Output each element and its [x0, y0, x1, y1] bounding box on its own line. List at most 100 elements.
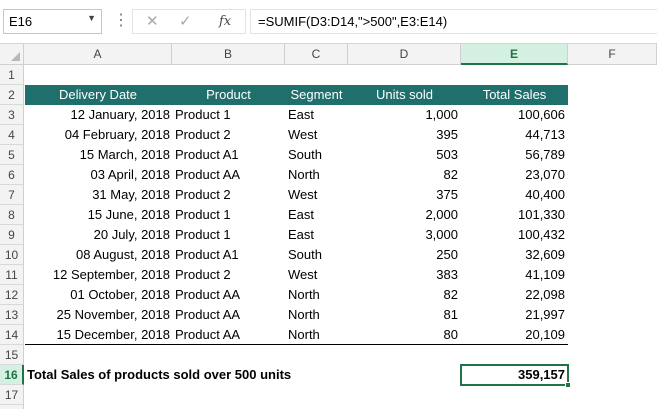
table-cell[interactable]: 82 [348, 165, 461, 185]
table-header-cell[interactable]: Delivery Date [25, 85, 172, 105]
table-cell[interactable]: West [285, 265, 348, 285]
table-cell[interactable]: East [285, 205, 348, 225]
cancel-icon[interactable]: ✕ [146, 12, 159, 30]
table-cell[interactable]: 383 [348, 265, 461, 285]
table-cell[interactable]: South [285, 245, 348, 265]
row-header-10[interactable]: 10 [0, 245, 23, 265]
table-header-cell[interactable]: Product [172, 85, 285, 105]
table-cell[interactable]: 395 [348, 125, 461, 145]
table-cell[interactable]: 20,109 [461, 325, 568, 345]
select-all-button[interactable] [0, 44, 24, 64]
table-cell[interactable]: East [285, 225, 348, 245]
table-cell[interactable]: Product AA [172, 285, 285, 305]
table-cell[interactable]: Product A1 [172, 145, 285, 165]
table-cell[interactable]: 15 March, 2018 [25, 145, 172, 165]
table-cell[interactable]: 03 April, 2018 [25, 165, 172, 185]
table-cell[interactable]: 100,432 [461, 225, 568, 245]
table-cell[interactable]: 04 February, 2018 [25, 125, 172, 145]
table-cell[interactable]: North [285, 325, 348, 345]
table-header-cell[interactable]: Units sold [348, 85, 461, 105]
table-cell[interactable]: 44,713 [461, 125, 568, 145]
table-cell[interactable]: East [285, 105, 348, 125]
table-cell[interactable]: 25 November, 2018 [25, 305, 172, 325]
table-cell[interactable]: Product 1 [172, 105, 285, 125]
table-cell[interactable]: North [285, 305, 348, 325]
table-cell[interactable]: 15 December, 2018 [25, 325, 172, 345]
fill-handle[interactable] [565, 382, 571, 388]
table-cell[interactable]: 2,000 [348, 205, 461, 225]
row-header-17[interactable]: 17 [0, 385, 23, 405]
row-header-2[interactable]: 2 [0, 85, 23, 105]
table-cell[interactable]: 100,606 [461, 105, 568, 125]
column-header-e[interactable]: E [461, 44, 568, 65]
column-header-f[interactable]: F [568, 44, 657, 64]
table-cell[interactable]: 22,098 [461, 285, 568, 305]
table-cell[interactable]: Product 1 [172, 205, 285, 225]
table-cell[interactable]: 1,000 [348, 105, 461, 125]
table-cell[interactable]: Product 2 [172, 185, 285, 205]
table-header-cell[interactable]: Total Sales [461, 85, 568, 105]
table-cell[interactable]: 20 July, 2018 [25, 225, 172, 245]
table-cell[interactable]: Product 2 [172, 125, 285, 145]
table-cell[interactable]: 15 June, 2018 [25, 205, 172, 225]
table-cell[interactable]: 12 September, 2018 [25, 265, 172, 285]
table-cell[interactable]: West [285, 125, 348, 145]
summary-label[interactable]: Total Sales of products sold over 500 un… [25, 365, 348, 385]
row-header-1[interactable]: 1 [0, 65, 23, 85]
row-header-7[interactable]: 7 [0, 185, 23, 205]
table-cell[interactable]: 81 [348, 305, 461, 325]
chevron-down-icon[interactable]: ▼ [87, 13, 96, 23]
table-cell[interactable]: 80 [348, 325, 461, 345]
table-cell[interactable]: Product AA [172, 305, 285, 325]
table-cell[interactable]: 08 August, 2018 [25, 245, 172, 265]
table-cell[interactable]: 101,330 [461, 205, 568, 225]
table-cell[interactable]: 3,000 [348, 225, 461, 245]
more-options-icon[interactable]: ⋮ [113, 10, 129, 30]
table-cell[interactable]: 40,400 [461, 185, 568, 205]
row-header-3[interactable]: 3 [0, 105, 23, 125]
table-cell[interactable]: West [285, 185, 348, 205]
table-cell[interactable]: South [285, 145, 348, 165]
row-header-16[interactable]: 16 [0, 365, 24, 385]
row-header-9[interactable]: 9 [0, 225, 23, 245]
table-cell[interactable]: Product 1 [172, 225, 285, 245]
column-header-c[interactable]: C [285, 44, 348, 64]
row-header-5[interactable]: 5 [0, 145, 23, 165]
row-header-6[interactable]: 6 [0, 165, 23, 185]
table-cell[interactable]: 250 [348, 245, 461, 265]
table-cell[interactable]: North [285, 285, 348, 305]
row-header-15[interactable]: 15 [0, 345, 23, 365]
table-cell[interactable]: 23,070 [461, 165, 568, 185]
column-header-d[interactable]: D [348, 44, 461, 64]
table-cell[interactable]: Product 2 [172, 265, 285, 285]
table-cell[interactable]: Product A1 [172, 245, 285, 265]
table-cell[interactable]: 32,609 [461, 245, 568, 265]
table-cell[interactable]: 375 [348, 185, 461, 205]
column-header-a[interactable]: A [24, 44, 172, 64]
row-header-13[interactable]: 13 [0, 305, 23, 325]
table-cell[interactable]: 503 [348, 145, 461, 165]
table-cell[interactable]: 31 May, 2018 [25, 185, 172, 205]
table-cell[interactable]: 01 October, 2018 [25, 285, 172, 305]
row-header-14[interactable]: 14 [0, 325, 23, 345]
formula-input[interactable]: =SUMIF(D3:D14,">500",E3:E14) [250, 9, 657, 34]
table-cell[interactable]: Product AA [172, 165, 285, 185]
insert-function-icon[interactable]: fx [219, 14, 231, 29]
row-header-11[interactable]: 11 [0, 265, 23, 285]
table-cell[interactable]: Product AA [172, 325, 285, 345]
table-cell[interactable]: 56,789 [461, 145, 568, 165]
table-cell[interactable]: 82 [348, 285, 461, 305]
table-header-cell[interactable]: Segment [285, 85, 348, 105]
row-header-8[interactable]: 8 [0, 205, 23, 225]
table-cell[interactable]: North [285, 165, 348, 185]
enter-icon[interactable]: ✓ [179, 12, 192, 30]
worksheet-grid[interactable]: Delivery Date Product Segment Units sold Tot… [25, 65, 657, 409]
table-cell[interactable]: 41,109 [461, 265, 568, 285]
row-header-4[interactable]: 4 [0, 125, 23, 145]
formula-text: =SUMIF(D3:D14,">500",E3:E14) [258, 14, 448, 29]
column-header-b[interactable]: B [172, 44, 285, 64]
row-header-12[interactable]: 12 [0, 285, 23, 305]
table-cell[interactable]: 21,997 [461, 305, 568, 325]
table-cell[interactable]: 12 January, 2018 [25, 105, 172, 125]
name-box[interactable]: E16 ▼ [3, 9, 102, 34]
